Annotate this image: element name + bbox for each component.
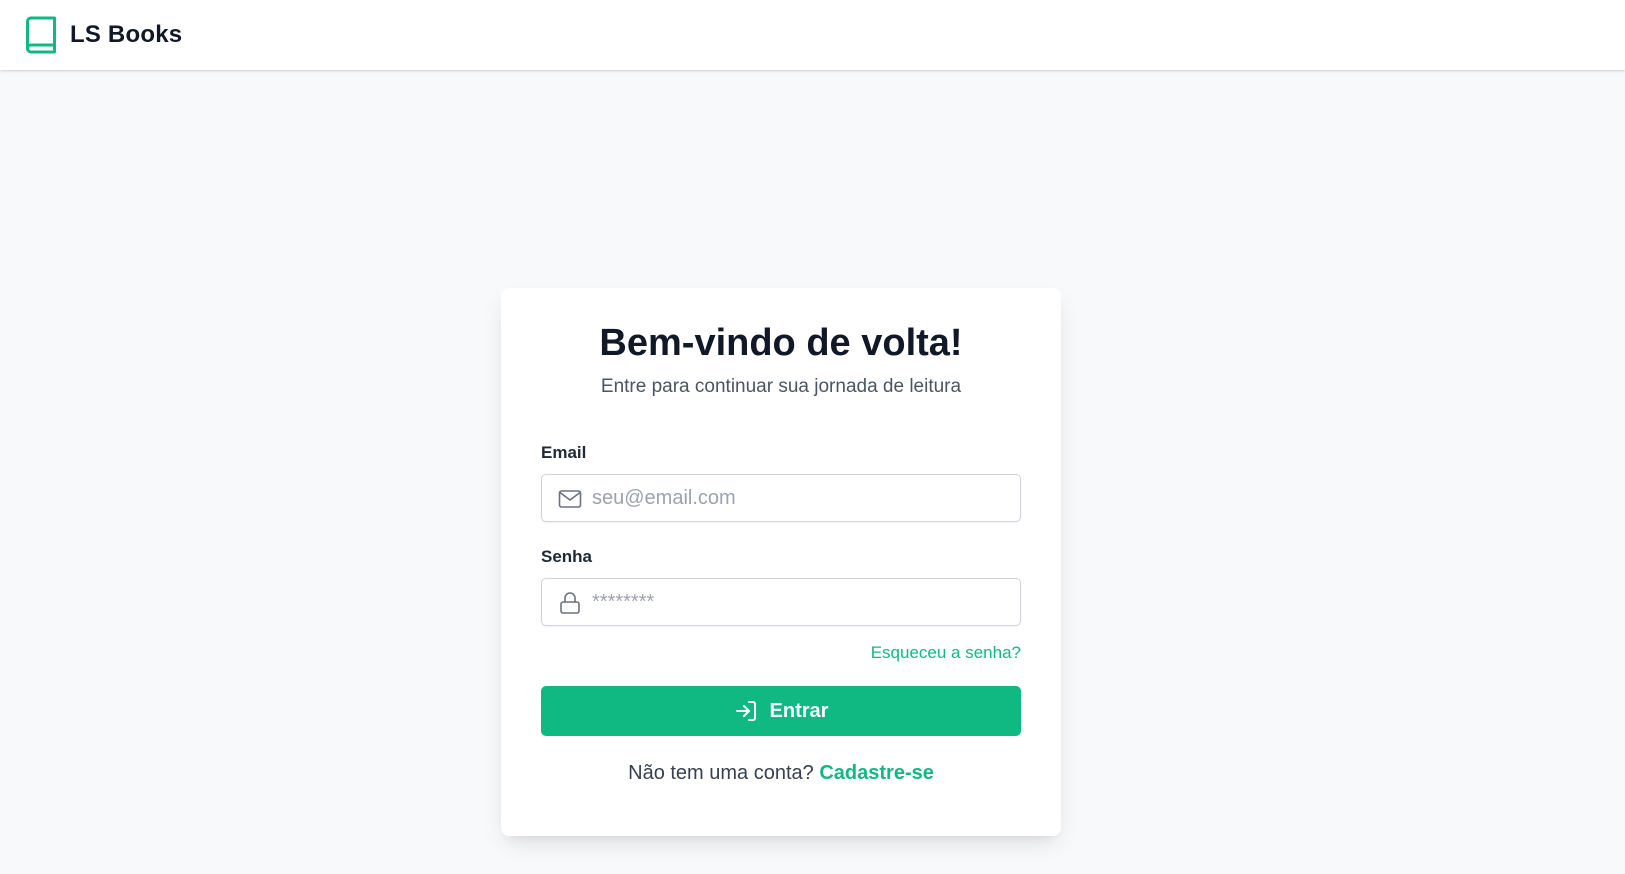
email-label: Email (541, 443, 587, 462)
signup-prompt: Não tem uma conta? (628, 762, 814, 784)
password-input-wrapper (541, 578, 1021, 626)
email-input-wrapper (541, 474, 1021, 522)
page-title: Bem-vindo de volta! (599, 322, 963, 364)
brand-link[interactable]: LS Books (25, 16, 182, 54)
brand-name: LS Books (70, 21, 183, 48)
lock-icon (560, 592, 580, 614)
login-card: Bem-vindo de volta! Entre para continuar… (501, 288, 1061, 836)
login-button-label: Entrar (769, 699, 829, 722)
book-icon (26, 16, 56, 54)
password-label: Senha (541, 547, 593, 566)
signup-link[interactable]: Cadastre-se (819, 762, 934, 784)
mail-icon (558, 490, 582, 508)
page-subtitle: Entre para continuar sua jornada de leit… (600, 376, 962, 397)
login-icon (735, 701, 756, 721)
email-input[interactable] (592, 475, 1012, 521)
forgot-password-row: Esqueceu a senha? (541, 642, 1021, 664)
password-input[interactable] (592, 579, 1012, 625)
forgot-password-link[interactable]: Esqueceu a senha? (871, 643, 1021, 662)
top-navbar: LS Books (0, 0, 1625, 70)
signup-row: Não tem uma conta? Cadastre-se (541, 760, 1021, 786)
login-button[interactable]: Entrar (541, 686, 1021, 736)
